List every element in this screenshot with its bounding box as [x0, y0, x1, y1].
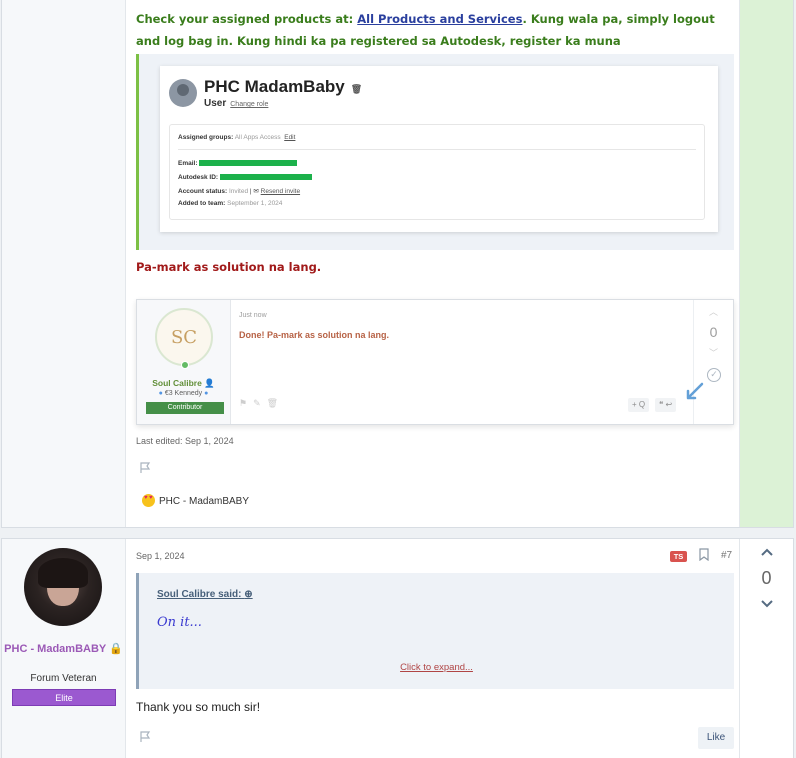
change-role-link: Change role — [230, 101, 269, 108]
quote-attribution[interactable]: Soul Calibre said: — [157, 589, 241, 600]
account-avatar — [169, 79, 197, 107]
mark-solution-icon: ✓ — [707, 368, 721, 382]
post-date[interactable]: Sep 1, 2024 — [136, 551, 185, 561]
post-message: Thank you so much sir! — [136, 700, 261, 714]
post-user-column — [2, 0, 126, 527]
mail-icon: ✉ — [253, 188, 259, 195]
solution-vote-column — [739, 0, 793, 527]
heart-eyes-emoji-icon — [142, 494, 155, 507]
quote-block: Soul Calibre said: ⊕ On it... Click to e… — [136, 573, 734, 689]
post-number[interactable]: #7 — [721, 550, 732, 561]
user-title: Forum Veteran — [30, 673, 97, 684]
vote-column: 0 — [739, 539, 793, 758]
redacted-email — [199, 160, 298, 167]
click-to-expand-link[interactable]: Click to expand... — [139, 662, 734, 673]
user-avatar[interactable] — [24, 548, 102, 626]
report-flag-icon[interactable] — [139, 731, 151, 743]
post-1: Check your assigned products at: All Pro… — [1, 0, 794, 528]
account-screenshot: PHC MadamBaby 🗑 User Change role Assigned … — [136, 54, 734, 250]
embedded-username: Soul Calibre — [152, 378, 202, 388]
last-edited: Last edited: Sep 1, 2024 — [136, 436, 234, 446]
embedded-multiquote-icon: ❝ ↩ — [655, 398, 677, 412]
trash-icon: 🗑 — [350, 84, 363, 94]
embedded-quote-button: + Q — [628, 398, 650, 412]
contributor-badge: Contributor — [146, 402, 224, 414]
post-intro-text: Check your assigned products at: All Pro… — [136, 12, 715, 48]
embedded-vote-count: 0 — [709, 324, 718, 340]
embedded-subuser: ● €3 Kennedy ● — [158, 390, 209, 397]
like-button[interactable]: Like — [698, 727, 734, 749]
arrow-up-circle-icon[interactable]: ⊕ — [244, 589, 252, 600]
account-name: PHC MadamBaby — [204, 77, 345, 96]
redacted-id — [219, 174, 312, 181]
downvote-icon[interactable] — [760, 599, 774, 609]
post-user-column: PHC - MadamBABY 🔒 Forum Veteran Elite — [2, 539, 126, 758]
embedded-post-screenshot: SC Soul Calibre 👤 ● €3 Kennedy ● Contrib… — [136, 299, 734, 425]
embedded-vote-column: ︿ 0 ﹀ ✓ — [693, 300, 733, 424]
embedded-downvote-icon: ﹀ — [708, 348, 718, 358]
reaction-user: PHC - MadamBABY — [159, 496, 250, 507]
add-user-icon: 👤 — [204, 378, 215, 388]
username[interactable]: PHC - MadamBABY — [4, 643, 106, 655]
account-role: User — [204, 98, 227, 109]
lock-user-icon: 🔒 — [109, 643, 123, 655]
account-details: Assigned groups: All Apps Access Edit Em… — [169, 124, 705, 220]
elite-badge: Elite — [12, 689, 116, 706]
thread-starter-badge: TS — [670, 551, 687, 562]
reaction-summary[interactable]: PHC - MadamBABY — [142, 494, 249, 507]
instruction-text: Pa-mark as solution na lang. — [136, 260, 322, 274]
post-2: PHC - MadamBABY 🔒 Forum Veteran Elite Se… — [1, 538, 794, 758]
embedded-upvote-icon: ︿ — [708, 307, 718, 317]
embedded-tool-icons: ⚑✎🗑 — [239, 398, 285, 408]
embedded-time: Just now — [239, 312, 267, 319]
embedded-message: Done! Pa-mark as solution na lang. — [239, 330, 390, 340]
bookmark-icon[interactable] — [699, 548, 709, 561]
account-card: PHC MadamBaby 🗑 User Change role Assigned … — [160, 66, 718, 232]
all-products-link[interactable]: All Products and Services — [357, 12, 522, 26]
report-flag-icon[interactable] — [139, 462, 151, 474]
pointer-cursor-icon — [686, 382, 704, 400]
soul-calibre-logo: SC — [155, 308, 213, 366]
vote-count: 0 — [761, 568, 772, 588]
upvote-icon[interactable] — [760, 547, 774, 557]
quote-text: On it... — [157, 615, 202, 630]
online-indicator — [181, 361, 189, 369]
